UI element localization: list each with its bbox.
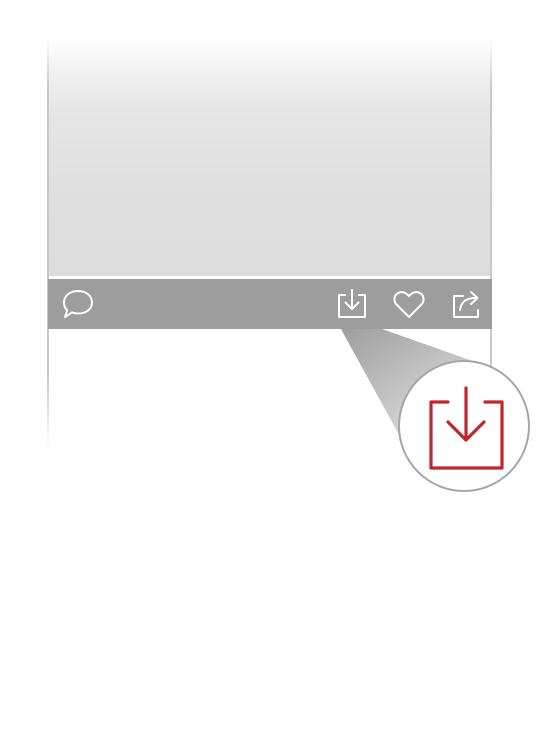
comment-icon[interactable] xyxy=(61,288,95,320)
zoom-magnifier-circle xyxy=(398,360,530,492)
heart-icon[interactable] xyxy=(392,288,426,320)
share-icon[interactable] xyxy=(450,288,484,320)
post-media-placeholder xyxy=(49,38,490,279)
download-icon-magnified xyxy=(424,386,506,470)
download-icon[interactable] xyxy=(335,288,369,320)
tutorial-illustration xyxy=(0,0,540,754)
post-action-toolbar xyxy=(48,279,492,329)
